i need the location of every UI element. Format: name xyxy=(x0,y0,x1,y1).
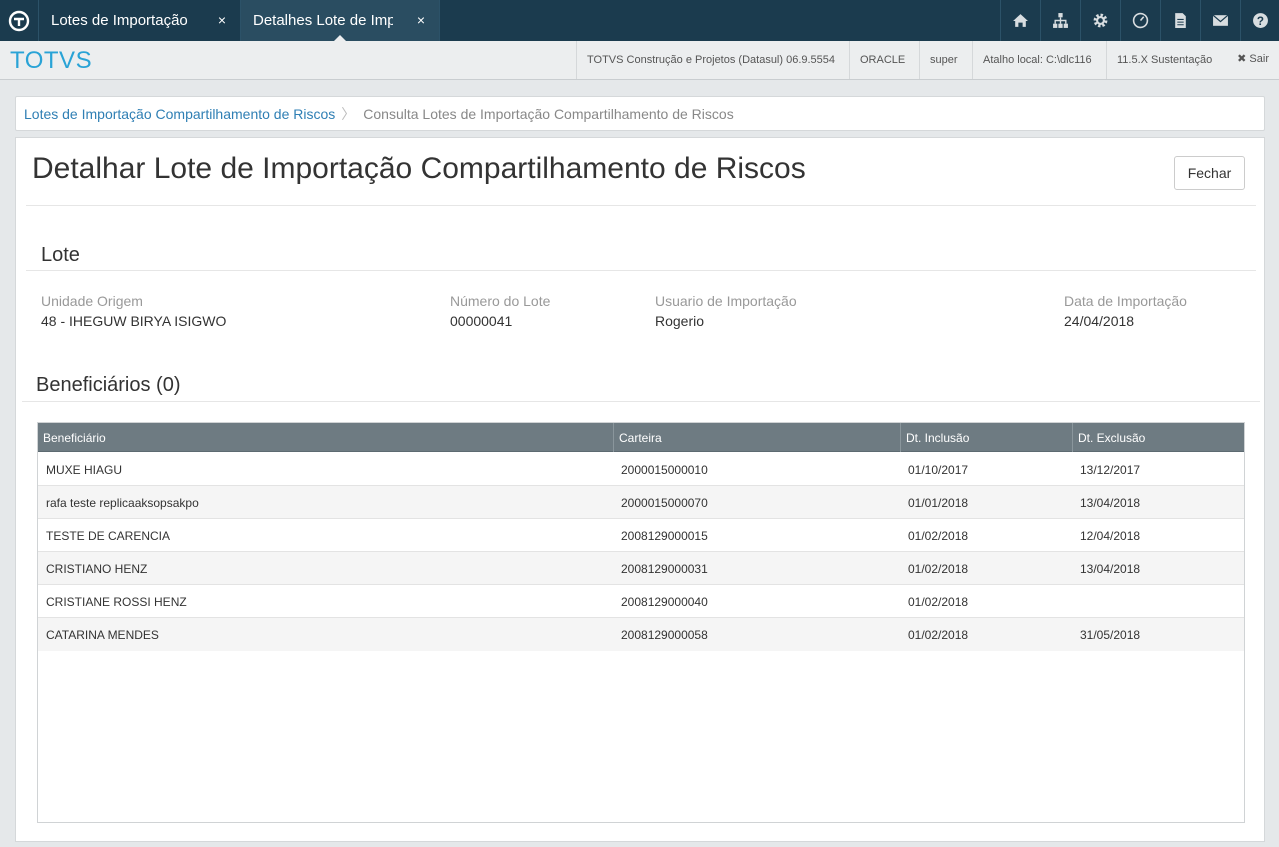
tab-label: Lotes de Importação Compartilhamento de … xyxy=(51,12,191,29)
beneficiarios-section-title: Beneficiários (0) xyxy=(36,374,181,396)
totvs-logo-icon[interactable] xyxy=(0,0,38,41)
cell-carteira: 2008129000058 xyxy=(621,627,708,642)
brand-logo: TOTVS xyxy=(10,47,93,74)
cell-dt-inclusao: 01/10/2017 xyxy=(908,462,969,477)
detail-panel: Detalhar Lote de Importação Compartilham… xyxy=(15,137,1265,842)
cell-dt-exclusao: 13/04/2018 xyxy=(1080,561,1141,576)
unidade-origem-label: Unidade Origem xyxy=(41,293,143,309)
numero-lote-value: 00000041 xyxy=(450,313,513,329)
data-importacao-value: 24/04/2018 xyxy=(1064,313,1135,329)
cell-dt-inclusao: 01/02/2018 xyxy=(908,627,969,642)
cell-carteira: 2008129000040 xyxy=(621,594,708,609)
unidade-origem-value: 48 - IHEGUW BIRYA ISIGWO xyxy=(41,313,227,329)
lote-section-title: Lote xyxy=(41,244,80,266)
cell-dt-exclusao: 13/04/2018 xyxy=(1080,495,1141,510)
table-row[interactable]: TESTE DE CARENCIA 2008129000015 01/02/20… xyxy=(38,519,1244,552)
cell-dt-inclusao: 01/02/2018 xyxy=(908,528,969,543)
title-divider xyxy=(26,205,1256,206)
table-row[interactable]: CRISTIANE ROSSI HENZ 2008129000040 01/02… xyxy=(38,585,1244,618)
gear-icon[interactable] xyxy=(1080,0,1120,41)
tab-detalhes-lote[interactable]: Detalhes Lote de Importação × xyxy=(240,0,440,42)
clock-icon[interactable] xyxy=(1120,0,1160,41)
breadcrumb-separator: 〉 xyxy=(341,105,356,122)
column-header-carteira[interactable]: Carteira xyxy=(614,423,901,452)
numero-lote-label: Número do Lote xyxy=(450,293,551,309)
table-row[interactable]: CRISTIANO HENZ 2008129000031 01/02/2018 … xyxy=(38,552,1244,585)
breadcrumb-link[interactable]: Lotes de Importação Compartilhamento de … xyxy=(24,106,335,122)
cell-dt-inclusao: 01/01/2018 xyxy=(908,495,969,510)
beneficiarios-divider xyxy=(22,401,1260,402)
cell-beneficiario: MUXE HIAGU xyxy=(46,462,123,477)
cell-dt-exclusao xyxy=(1072,585,1244,618)
logout-button[interactable]: ✖ Sair xyxy=(1237,52,1269,65)
page-title: Detalhar Lote de Importação Compartilham… xyxy=(32,152,806,185)
cell-dt-exclusao: 31/05/2018 xyxy=(1080,627,1141,642)
close-icon[interactable]: × xyxy=(218,12,226,28)
tab-label: Detalhes Lote de Importação xyxy=(253,12,393,29)
beneficiarios-grid: Beneficiário Carteira Dt. Inclusão Dt. E… xyxy=(37,422,1245,823)
close-button[interactable]: Fechar xyxy=(1174,156,1245,190)
column-header-dt-inclusao[interactable]: Dt. Inclusão xyxy=(901,423,1073,452)
user-info[interactable]: super xyxy=(919,41,968,79)
document-icon[interactable] xyxy=(1160,0,1200,41)
database-info: ORACLE xyxy=(849,41,915,79)
grid-header: Beneficiário Carteira Dt. Inclusão Dt. E… xyxy=(38,423,1244,452)
tab-lotes-importacao[interactable]: Lotes de Importação Compartilhamento de … xyxy=(38,0,240,41)
column-header-dt-exclusao[interactable]: Dt. Exclusão xyxy=(1073,423,1244,452)
cell-carteira: 2000015000070 xyxy=(621,495,708,510)
data-importacao-label: Data de Importação xyxy=(1064,293,1187,309)
top-navigation-bar: Lotes de Importação Compartilhamento de … xyxy=(0,0,1279,42)
cell-carteira: 2008129000031 xyxy=(621,561,708,576)
cell-dt-inclusao: 01/02/2018 xyxy=(908,561,969,576)
table-row[interactable]: MUXE HIAGU 2000015000010 01/10/2017 13/1… xyxy=(38,453,1244,486)
cell-beneficiario: TESTE DE CARENCIA xyxy=(46,528,171,543)
usuario-importacao-label: Usuario de Importação xyxy=(655,293,797,309)
version-info: 11.5.X Sustentação xyxy=(1106,41,1222,79)
cell-beneficiario: CRISTIANE ROSSI HENZ xyxy=(46,594,187,609)
cell-beneficiario: CATARINA MENDES xyxy=(46,627,159,642)
table-row[interactable]: rafa teste replicaaksopsakpo 20000150000… xyxy=(38,486,1244,519)
cell-carteira: 2000015000010 xyxy=(621,462,708,477)
product-info: TOTVS Construção e Projetos (Datasul) 06… xyxy=(576,41,845,79)
column-header-beneficiario[interactable]: Beneficiário xyxy=(38,423,614,452)
svg-text:?: ? xyxy=(1256,15,1263,28)
mail-icon[interactable] xyxy=(1200,0,1240,41)
cell-dt-inclusao: 01/02/2018 xyxy=(908,594,969,609)
cell-carteira: 2008129000015 xyxy=(621,528,708,543)
system-info-bar: TOTVS TOTVS Construção e Projetos (Datas… xyxy=(0,41,1279,80)
home-icon[interactable] xyxy=(1000,0,1040,41)
help-icon[interactable]: ? xyxy=(1240,0,1279,41)
shortcut-info: Atalho local: C:\dlc116 xyxy=(972,41,1102,79)
cell-beneficiario: rafa teste replicaaksopsakpo xyxy=(46,495,199,510)
table-row[interactable]: CATARINA MENDES 2008129000058 01/02/2018… xyxy=(38,618,1244,651)
sitemap-icon[interactable] xyxy=(1040,0,1080,41)
close-icon[interactable]: × xyxy=(417,12,425,28)
breadcrumb-current: Consulta Lotes de Importação Compartilha… xyxy=(363,105,734,122)
lote-divider xyxy=(26,270,1256,271)
cell-dt-exclusao: 12/04/2018 xyxy=(1080,528,1141,543)
breadcrumb: Lotes de Importação Compartilhamento de … xyxy=(15,96,1265,131)
cell-dt-exclusao: 13/12/2017 xyxy=(1080,462,1141,477)
usuario-importacao-value: Rogerio xyxy=(655,313,705,329)
cell-beneficiario: CRISTIANO HENZ xyxy=(46,561,148,576)
